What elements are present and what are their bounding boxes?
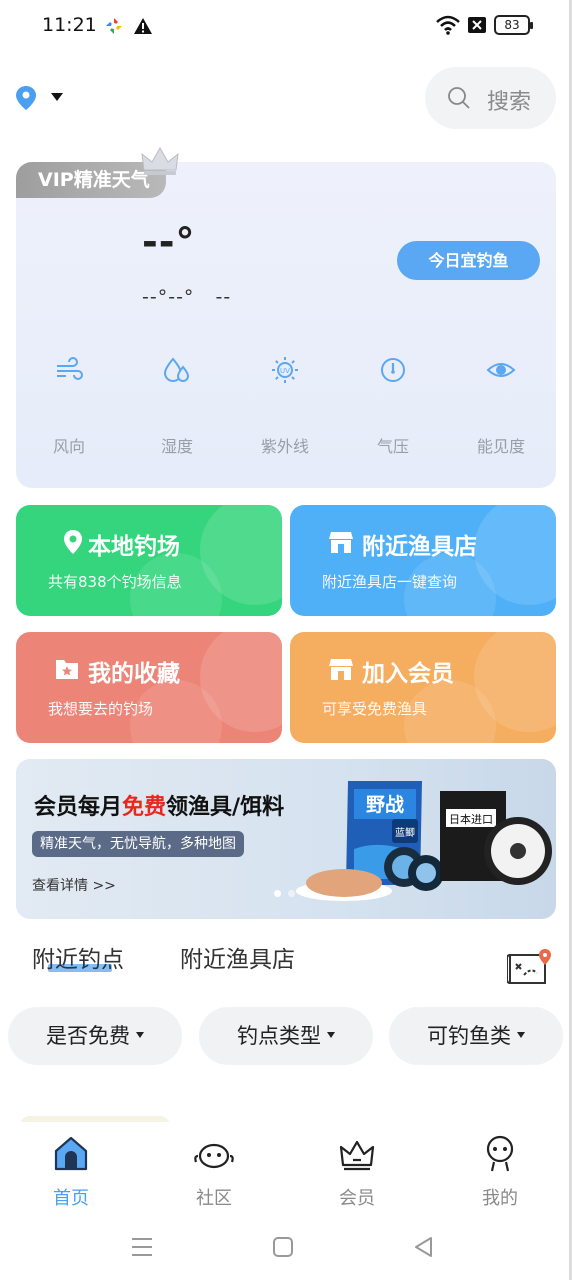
weather-item-wind: 风向: [29, 355, 109, 457]
weather-item-pressure: 气压: [353, 355, 433, 457]
fishing-today-button[interactable]: 今日宜钓鱼: [397, 241, 540, 280]
favorite-icon: [56, 660, 78, 679]
crown-icon: [339, 1140, 375, 1171]
status-time: 11:21: [42, 14, 97, 36]
tile-title: 附近渔具店: [362, 534, 477, 560]
wifi-icon: [436, 15, 460, 35]
pressure-gauge-icon: [381, 358, 405, 382]
profile-icon: [486, 1135, 514, 1172]
tile-subtitle: 共有838个钓场信息: [48, 573, 182, 591]
membership-banner[interactable]: 会员每月免费领渔具/饵料 精准天气，无忧导航，多种地图 查看详情 >> 野战 蓝…: [16, 759, 556, 919]
search-button[interactable]: 搜索: [425, 67, 556, 129]
nav-membership[interactable]: 会员: [312, 1134, 402, 1210]
back-icon[interactable]: [411, 1234, 437, 1260]
svg-text:野战: 野战: [366, 794, 404, 816]
tile-my-favorites[interactable]: 我的收藏 我想要去的钓场: [16, 632, 282, 743]
menu-icon[interactable]: [129, 1234, 155, 1260]
home-square-icon[interactable]: [270, 1234, 296, 1260]
humidity-icon: [163, 357, 190, 382]
caret-down-icon: [136, 1032, 144, 1038]
tile-subtitle: 附近渔具店一键查询: [322, 573, 458, 591]
caret-down-icon: [327, 1032, 335, 1038]
banner-tag: 精准天气，无忧导航，多种地图: [32, 831, 244, 857]
filter-fish-species[interactable]: 可钓鱼类: [389, 1007, 563, 1065]
app-icon: [106, 18, 122, 34]
location-pin-icon: [64, 530, 82, 554]
tile-subtitle: 可享受免费渔具: [322, 700, 428, 718]
location-pin-icon: [16, 86, 63, 110]
weather-item-visibility: 能见度: [461, 355, 541, 457]
store-icon: [329, 532, 353, 553]
carousel-dot: [288, 890, 295, 897]
sim-icon: [468, 17, 486, 33]
warning-icon: [134, 18, 152, 34]
caret-down-icon: [517, 1032, 525, 1038]
filter-free[interactable]: 是否免费: [8, 1007, 182, 1065]
svg-text:日本进口: 日本进口: [449, 812, 493, 826]
tile-title: 加入会员: [362, 661, 454, 687]
wind-icon: [57, 357, 83, 380]
status-bar: 11:21 83: [0, 0, 572, 52]
banner-more-link[interactable]: 查看详情 >>: [32, 875, 116, 895]
tab-nearby-fishing-spots[interactable]: 附近钓点: [32, 940, 124, 974]
temperature-range: --°--° --: [142, 286, 232, 308]
tile-local-fishing-spots[interactable]: 本地钓场 共有838个钓场信息: [16, 505, 282, 616]
home-icon: [54, 1136, 88, 1171]
system-navigation-bar: [0, 1222, 572, 1280]
tab-nearby-tackle-shops[interactable]: 附近渔具店: [180, 940, 295, 974]
tile-title: 本地钓场: [88, 534, 180, 560]
tile-nearby-tackle-shops[interactable]: 附近渔具店 附近渔具店一键查询: [290, 505, 556, 616]
map-icon[interactable]: [507, 947, 557, 987]
store-icon: [329, 659, 353, 680]
uv-sun-icon: UV: [272, 357, 298, 383]
search-label: 搜索: [487, 90, 532, 115]
nav-home[interactable]: 首页: [26, 1134, 116, 1210]
eye-icon: [486, 363, 516, 377]
current-temperature: --°: [142, 220, 196, 264]
svg-text:蓝鲫: 蓝鲫: [395, 826, 415, 839]
weather-item-humidity: 湿度: [137, 355, 217, 457]
community-icon: [194, 1143, 234, 1169]
bottom-navigation: 首页 社区 会员 我的: [0, 1122, 572, 1220]
location-selector[interactable]: [14, 84, 70, 112]
weather-item-uv: UV 紫外线: [245, 355, 325, 457]
banner-title: 会员每月免费领渔具/饵料: [34, 795, 285, 820]
tile-title: 我的收藏: [88, 661, 180, 687]
banner-free-text: 免费: [122, 795, 167, 820]
carousel-dot-active: [274, 890, 281, 897]
nav-profile[interactable]: 我的: [455, 1134, 545, 1210]
banner-products-image: 野战 蓝鲫 日本进口: [296, 781, 552, 901]
battery-icon: 83: [494, 15, 533, 35]
filter-spot-type[interactable]: 钓点类型: [199, 1007, 373, 1065]
svg-text:UV: UV: [280, 367, 290, 375]
tile-subtitle: 我想要去的钓场: [48, 700, 154, 718]
tile-join-membership[interactable]: 加入会员 可享受免费渔具: [290, 632, 556, 743]
nav-community[interactable]: 社区: [169, 1134, 259, 1210]
crown-icon: [141, 146, 179, 175]
search-icon: [448, 87, 470, 109]
